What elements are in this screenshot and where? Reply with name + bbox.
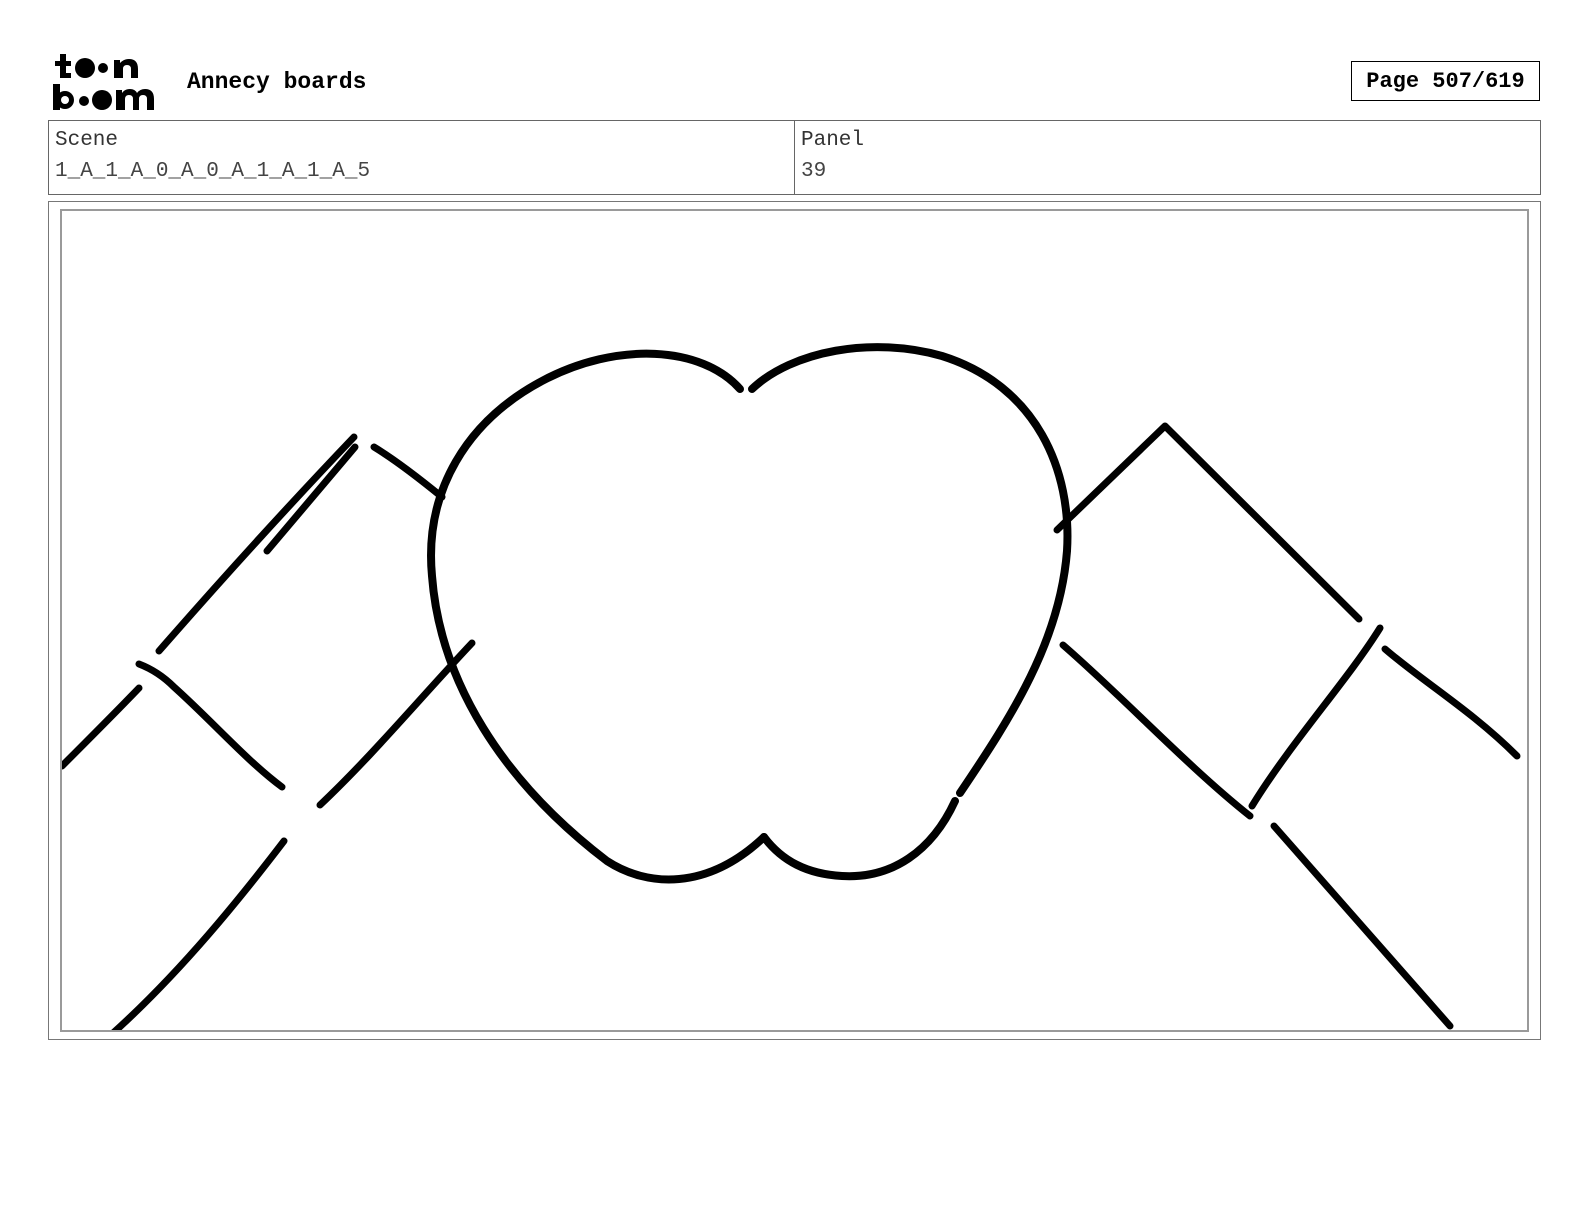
scene-panel-info: Scene 1_A_1_A_0_A_0_A_1_A_1_A_5 Panel 39 xyxy=(48,120,1541,195)
scene-label: Scene xyxy=(55,129,119,152)
storyboard-panel xyxy=(60,209,1529,1032)
storyboard-panel-frame xyxy=(48,201,1541,1040)
scene-cell: Scene 1_A_1_A_0_A_0_A_1_A_1_A_5 xyxy=(49,121,794,194)
panel-label: Panel xyxy=(801,129,865,152)
panel-cell: Panel 39 xyxy=(794,121,1540,194)
page-indicator: Page 507/619 xyxy=(1351,61,1540,101)
document-title: Annecy boards xyxy=(187,69,367,95)
panel-value: 39 xyxy=(801,160,827,183)
toon-boom-logo-mark xyxy=(53,54,154,110)
heart-outline xyxy=(427,343,1072,884)
toon-boom-logo xyxy=(52,52,164,112)
scene-value: 1_A_1_A_0_A_0_A_1_A_1_A_5 xyxy=(55,160,371,183)
left-strokes xyxy=(62,433,476,1030)
right-strokes xyxy=(1053,422,1521,1030)
panel-sketch-drawing xyxy=(62,343,1521,1030)
